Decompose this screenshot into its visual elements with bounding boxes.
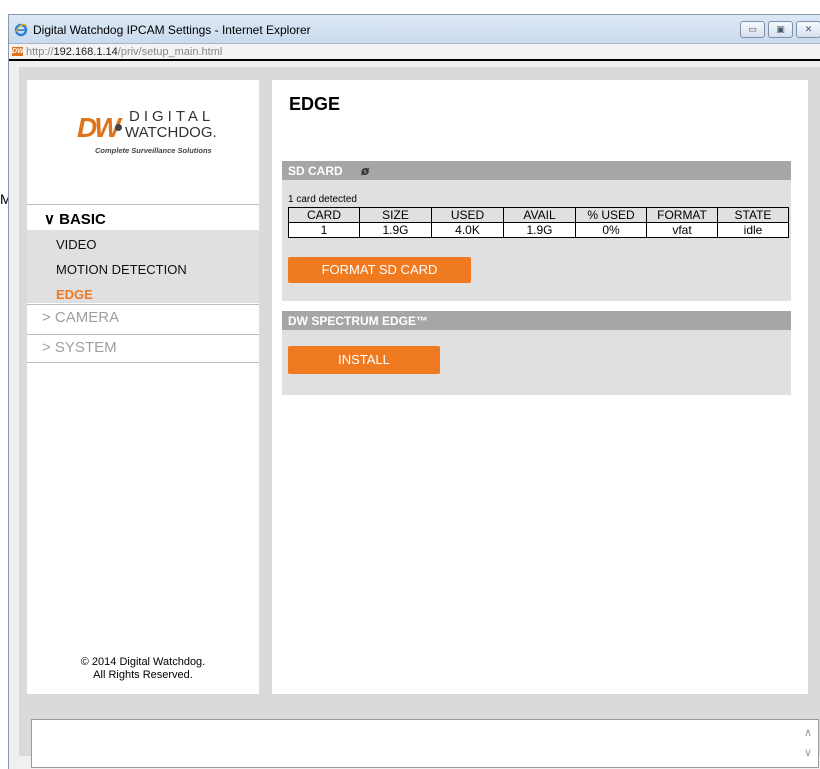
nav-system[interactable]: > SYSTEM [27, 334, 259, 360]
sidebar-item-motion-detection[interactable]: MOTION DETECTION [56, 262, 187, 277]
spectrum-panel: INSTALL [282, 330, 791, 395]
card-status: 1 card detected [288, 194, 357, 205]
address-bar[interactable]: DW http://192.168.1.14/priv/setup_main.h… [9, 43, 820, 61]
refresh-icon[interactable]: ø [361, 164, 369, 178]
sd-card-table: CARD SIZE USED AVAIL % USED FORMAT STATE… [288, 207, 789, 238]
cell-card: 1 [288, 222, 360, 238]
browser-window: Digital Watchdog IPCAM Settings - Intern… [8, 14, 820, 769]
col-avail: AVAIL [503, 207, 576, 223]
sd-card-panel: 1 card detected CARD SIZE USED AVAIL % U… [282, 180, 791, 301]
nav-camera[interactable]: > CAMERA [27, 304, 259, 330]
minimize-button[interactable]: ▭ [740, 21, 765, 38]
nav-camera-label: > CAMERA [42, 309, 120, 326]
url-text[interactable]: http://192.168.1.14/priv/setup_main.html [26, 46, 222, 58]
url-host: 192.168.1.14 [53, 46, 118, 58]
col-card: CARD [288, 207, 360, 223]
scroll-down-icon[interactable]: ∨ [804, 746, 812, 759]
logo-line1: DIGITAL [129, 108, 215, 125]
close-button[interactable]: ✕ [796, 21, 820, 38]
digital-watchdog-logo[interactable]: DW DIGITAL WATCHDOG. Complete Surveillan… [77, 108, 237, 168]
cell-size: 1.9G [359, 222, 432, 238]
nav-system-label: > SYSTEM [42, 339, 117, 356]
sidebar-item-edge[interactable]: EDGE [56, 287, 93, 302]
col-state: STATE [717, 207, 789, 223]
cell-format: vfat [646, 222, 718, 238]
col-percent-used: % USED [575, 207, 647, 223]
spectrum-title: DW SPECTRUM EDGE™ [288, 314, 429, 328]
message-box[interactable]: ∧ ∨ [31, 719, 819, 768]
table-header-row: CARD SIZE USED AVAIL % USED FORMAT STATE [288, 207, 789, 223]
cell-percent-used: 0% [575, 222, 647, 238]
logo-line2: WATCHDOG. [125, 124, 217, 141]
sd-card-header: SD CARD ø [282, 161, 791, 180]
copyright-line1: © 2014 Digital Watchdog. [80, 656, 206, 668]
basic-submenu: VIDEO MOTION DETECTION EDGE [27, 230, 259, 303]
table-row: 1 1.9G 4.0K 1.9G 0% vfat idle [288, 222, 789, 238]
col-used: USED [431, 207, 504, 223]
copyright-line2: All Rights Reserved. [93, 669, 193, 681]
title-bar: Digital Watchdog IPCAM Settings - Intern… [9, 15, 820, 45]
copyright: © 2014 Digital Watchdog. All Rights Rese… [27, 656, 259, 682]
internet-explorer-icon [14, 23, 28, 37]
page-title: EDGE [289, 94, 341, 114]
logo-tagline: Complete Surveillance Solutions [95, 146, 212, 155]
format-sd-card-button[interactable]: FORMAT SD CARD [288, 257, 471, 283]
cell-avail: 1.9G [503, 222, 576, 238]
page-content: DW DIGITAL WATCHDOG. Complete Surveillan… [19, 67, 820, 756]
sidebar: DW DIGITAL WATCHDOG. Complete Surveillan… [27, 80, 259, 694]
url-path: /priv/setup_main.html [117, 46, 223, 58]
sidebar-item-video[interactable]: VIDEO [56, 237, 96, 252]
window-title: Digital Watchdog IPCAM Settings - Intern… [33, 23, 311, 37]
col-format: FORMAT [646, 207, 718, 223]
url-prefix: http:// [26, 46, 54, 58]
spectrum-header: DW SPECTRUM EDGE™ [282, 311, 791, 330]
sd-card-title: SD CARD [288, 164, 343, 178]
maximize-button[interactable]: ▣ [768, 21, 793, 38]
window-controls: ▭ ▣ ✕ [740, 21, 820, 38]
nav-basic[interactable]: ∨ BASIC [27, 204, 259, 230]
nav-divider [27, 362, 259, 363]
scroll-up-icon[interactable]: ∧ [804, 726, 812, 739]
cell-state: idle [717, 222, 789, 238]
logo-dot [115, 124, 122, 131]
site-favicon-icon: DW [12, 47, 24, 56]
nav-basic-label: ∨ BASIC [44, 211, 106, 228]
cell-used: 4.0K [431, 222, 504, 238]
logo-mark: DW [77, 112, 121, 143]
install-button[interactable]: INSTALL [288, 346, 440, 374]
col-size: SIZE [359, 207, 432, 223]
main-panel: EDGE SD CARD ø 1 card detected CARD SIZE… [272, 80, 808, 694]
